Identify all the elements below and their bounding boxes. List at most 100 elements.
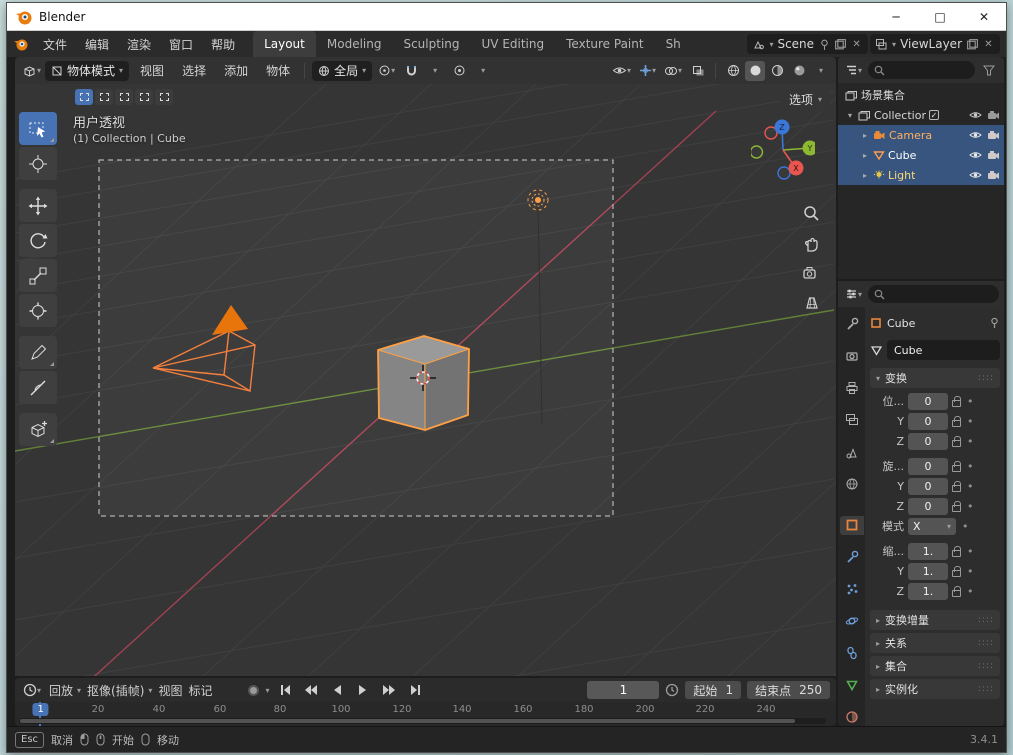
animate-dot[interactable]: • (962, 520, 969, 533)
workspace-tab-layout[interactable]: Layout (253, 31, 316, 57)
transform-panel-header[interactable]: ▾ 变换 :::: (870, 368, 1000, 388)
zoom-icon[interactable] (799, 201, 823, 225)
timeline-ruler[interactable]: 20 40 60 80 100 120 140 160 180 200 220 … (15, 702, 836, 726)
scale-z-field[interactable]: 1. (908, 582, 948, 600)
jump-to-start-button[interactable] (275, 680, 295, 700)
menu-window[interactable]: 窗口 (161, 33, 201, 56)
viewport-3d[interactable]: 选项 ▾ 用户透视 (1) Collection | Cube Z Y X (15, 84, 836, 676)
rotation-y-field[interactable]: 0 (908, 477, 948, 495)
tab-object[interactable] (839, 516, 864, 535)
camera-object[interactable] (152, 305, 256, 393)
auto-key-record-button[interactable] (248, 684, 260, 696)
animate-dot[interactable]: • (967, 395, 974, 408)
play-button[interactable] (353, 680, 373, 700)
properties-search-input[interactable] (868, 285, 999, 303)
scene-selector[interactable]: ▾ Scene ✕ (747, 34, 869, 54)
expand-arrow-icon[interactable]: ▾ (845, 111, 855, 120)
viewlayer-selector[interactable]: ▾ ViewLayer ✕ (870, 34, 1000, 54)
frame-start-field[interactable]: 起始 1 (685, 681, 742, 699)
gizmo-neg-z[interactable] (777, 166, 791, 180)
gizmo-neg-y[interactable] (751, 145, 764, 159)
tab-modifiers[interactable] (840, 548, 864, 567)
tool-scale[interactable] (19, 259, 57, 292)
panel-instancing[interactable]: ▸ 实例化 :::: (870, 679, 1000, 699)
panel-delta-transform[interactable]: ▸ 变换增量 :::: (870, 610, 1000, 630)
navigation-gizmo[interactable]: Z Y X (751, 118, 815, 182)
cube-object[interactable] (377, 335, 470, 431)
proportional-falloff-caret[interactable]: ▾ (473, 61, 493, 81)
timeline-menu-playback[interactable]: 回放 ▾ (49, 682, 81, 699)
tool-annotate[interactable] (19, 336, 57, 369)
location-z-field[interactable]: 0 (908, 432, 948, 450)
shading-solid-button[interactable] (745, 60, 765, 81)
tab-render[interactable] (840, 347, 864, 366)
workspace-tab-texture-paint[interactable]: Texture Paint (555, 31, 654, 57)
new-scene-icon[interactable] (834, 38, 847, 51)
hide-eye-icon[interactable] (969, 170, 982, 180)
select-mode-subtract[interactable] (115, 89, 133, 105)
lock-icon[interactable] (952, 435, 961, 447)
unlink-scene-icon[interactable]: ✕ (850, 38, 863, 51)
timeline-scrollbar[interactable] (19, 718, 826, 724)
select-mode-extend[interactable] (95, 89, 113, 105)
timeline-menu-markers[interactable]: 标记 (188, 682, 212, 699)
next-keyframe-button[interactable] (379, 680, 399, 700)
auto-key-caret[interactable]: ▾ (265, 686, 269, 695)
lock-icon[interactable] (952, 480, 961, 492)
outliner-row-cube[interactable]: ▸ Cube (838, 145, 1004, 165)
outliner-row-collection[interactable]: ▾ Collection ✓ (838, 105, 1004, 125)
tab-constraints[interactable] (840, 643, 864, 662)
timeline-editor-type-button[interactable]: ▾ (21, 680, 43, 700)
panel-relations[interactable]: ▸ 关系 :::: (870, 633, 1000, 653)
animate-dot[interactable]: • (967, 435, 974, 448)
menu-file[interactable]: 文件 (35, 33, 75, 56)
editor-type-button[interactable]: ▾ (20, 61, 43, 81)
lock-icon[interactable] (952, 565, 961, 577)
menu-add[interactable]: 添加 (217, 59, 255, 82)
lock-icon[interactable] (952, 585, 961, 597)
use-preview-range-icon[interactable] (665, 683, 679, 697)
lock-icon[interactable] (952, 460, 961, 472)
pivot-point-button[interactable]: ▾ (376, 61, 397, 81)
viewport-canvas[interactable] (15, 84, 836, 676)
scene-dropdown-caret[interactable]: ▾ (769, 40, 773, 49)
expand-arrow-icon[interactable]: ▸ (860, 131, 870, 140)
expand-arrow-icon[interactable]: ▸ (860, 151, 870, 160)
breadcrumb-object-name[interactable]: Cube (887, 317, 915, 330)
light-object-label[interactable]: Light (888, 169, 915, 182)
disable-render-camera-icon[interactable] (987, 110, 1000, 120)
shading-material-button[interactable] (767, 61, 787, 81)
playhead-frame-badge[interactable]: 1 (32, 703, 49, 716)
current-frame-field[interactable]: 1 (587, 681, 660, 699)
object-name-field[interactable]: Cube (887, 340, 1000, 360)
scene-collection-label[interactable]: 场景集合 (861, 87, 905, 103)
animate-dot[interactable]: • (967, 585, 974, 598)
outliner-search-input[interactable] (868, 61, 975, 79)
select-mode-intersect[interactable] (155, 89, 173, 105)
location-y-field[interactable]: 0 (908, 412, 948, 430)
outliner-row-scene-collection[interactable]: 场景集合 (838, 85, 1004, 105)
animate-dot[interactable]: • (967, 460, 974, 473)
close-button[interactable]: ✕ (962, 3, 1006, 30)
tool-select-box[interactable] (19, 112, 57, 145)
blender-menu-icon[interactable] (13, 36, 29, 52)
tool-add-cube[interactable] (19, 413, 57, 446)
tool-cursor[interactable] (19, 147, 57, 180)
outliner-row-light[interactable]: ▸ Light (838, 165, 1004, 185)
outliner-editor-type-button[interactable]: ▾ (843, 60, 864, 80)
tab-object-data[interactable] (840, 675, 864, 694)
location-x-field[interactable]: 0 (908, 392, 948, 410)
workspace-tab-uv-editing[interactable]: UV Editing (471, 31, 556, 57)
tool-measure[interactable] (19, 371, 57, 404)
disable-render-camera-icon[interactable] (987, 150, 1000, 160)
lock-icon[interactable] (952, 500, 961, 512)
workspace-tab-shading[interactable]: Sh (655, 31, 692, 57)
viewlayer-name[interactable]: ViewLayer (900, 37, 962, 51)
minimize-button[interactable]: ─ (874, 3, 918, 30)
tab-tool[interactable] (840, 315, 864, 334)
play-reverse-button[interactable] (327, 680, 347, 700)
proportional-edit-button[interactable] (449, 61, 469, 81)
rotation-mode-dropdown[interactable]: X ▾ (908, 517, 956, 535)
animate-dot[interactable]: • (967, 415, 974, 428)
gizmos-button[interactable]: ▾ (637, 61, 658, 81)
